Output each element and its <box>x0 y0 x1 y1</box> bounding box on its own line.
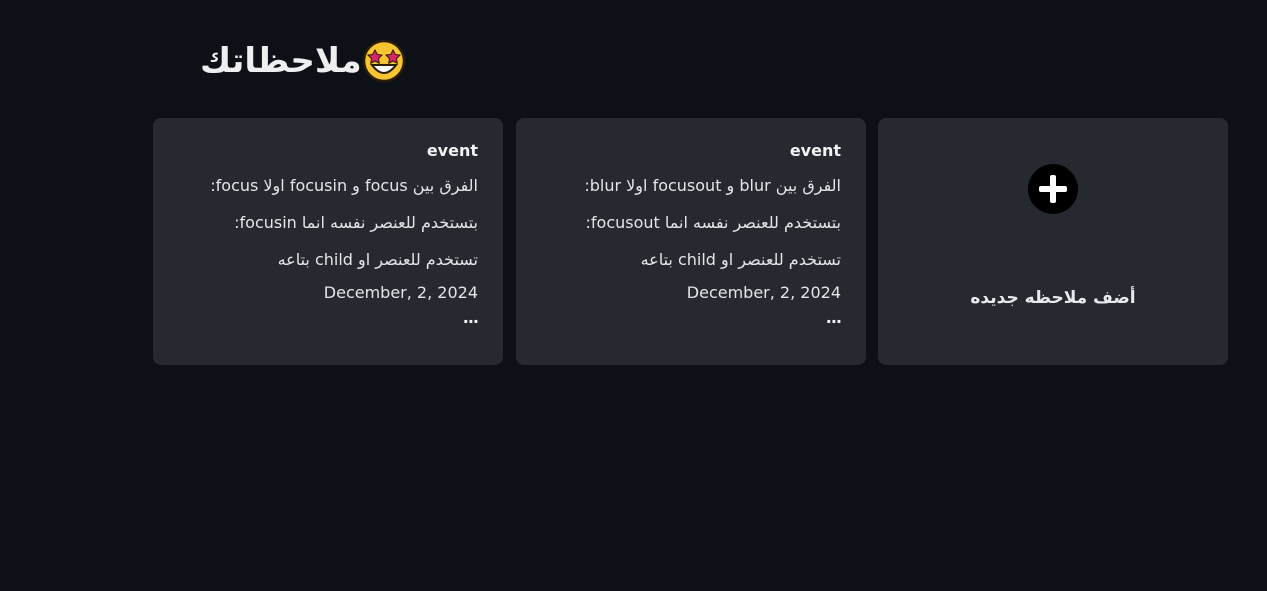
plus-circle-icon[interactable] <box>1028 164 1078 214</box>
note-card[interactable]: event الفرق بين focus و focusin اولا foc… <box>153 118 503 365</box>
add-note-card[interactable]: أضف ملاحظه جديده <box>878 118 1228 365</box>
note-line: بتستخدم للعنصر نفسه انما focusout: <box>585 213 842 232</box>
note-date: December, 2, 2024 <box>323 283 478 302</box>
note-line: الفرق بين focus و focusin اولا focus: <box>210 176 478 195</box>
notes-grid: event الفرق بين focus و focusin اولا foc… <box>153 118 1228 365</box>
note-more-button[interactable]: ... <box>541 308 842 328</box>
note-card[interactable]: event الفرق بين blur و focusout اولا blu… <box>516 118 866 365</box>
notes-page: ملاحظاتك event الفرق بين focus و focusin… <box>0 0 1267 591</box>
note-line: الفرق بين blur و focusout اولا blur: <box>584 176 841 195</box>
note-line: تستخدم للعنصر او child بتاعه <box>640 250 841 269</box>
add-note-label: أضف ملاحظه جديده <box>970 288 1136 308</box>
note-body: event الفرق بين blur و focusout اولا blu… <box>541 140 842 328</box>
note-text: الفرق بين blur و focusout اولا blur: بتس… <box>541 167 841 278</box>
note-title: event <box>789 141 841 160</box>
title-row: ملاحظاتك <box>200 36 412 86</box>
note-line: تستخدم للعنصر او child بتاعه <box>277 250 478 269</box>
note-line: بتستخدم للعنصر نفسه انما focusin: <box>234 213 478 232</box>
page-title: ملاحظاتك <box>200 41 362 81</box>
note-title: event <box>426 141 478 160</box>
note-text: الفرق بين focus و focusin اولا focus: بت… <box>178 167 478 278</box>
note-body: event الفرق بين focus و focusin اولا foc… <box>178 140 479 328</box>
star-struck-emoji-icon <box>362 39 406 83</box>
note-date: December, 2, 2024 <box>686 283 841 302</box>
note-more-button[interactable]: ... <box>178 308 479 328</box>
